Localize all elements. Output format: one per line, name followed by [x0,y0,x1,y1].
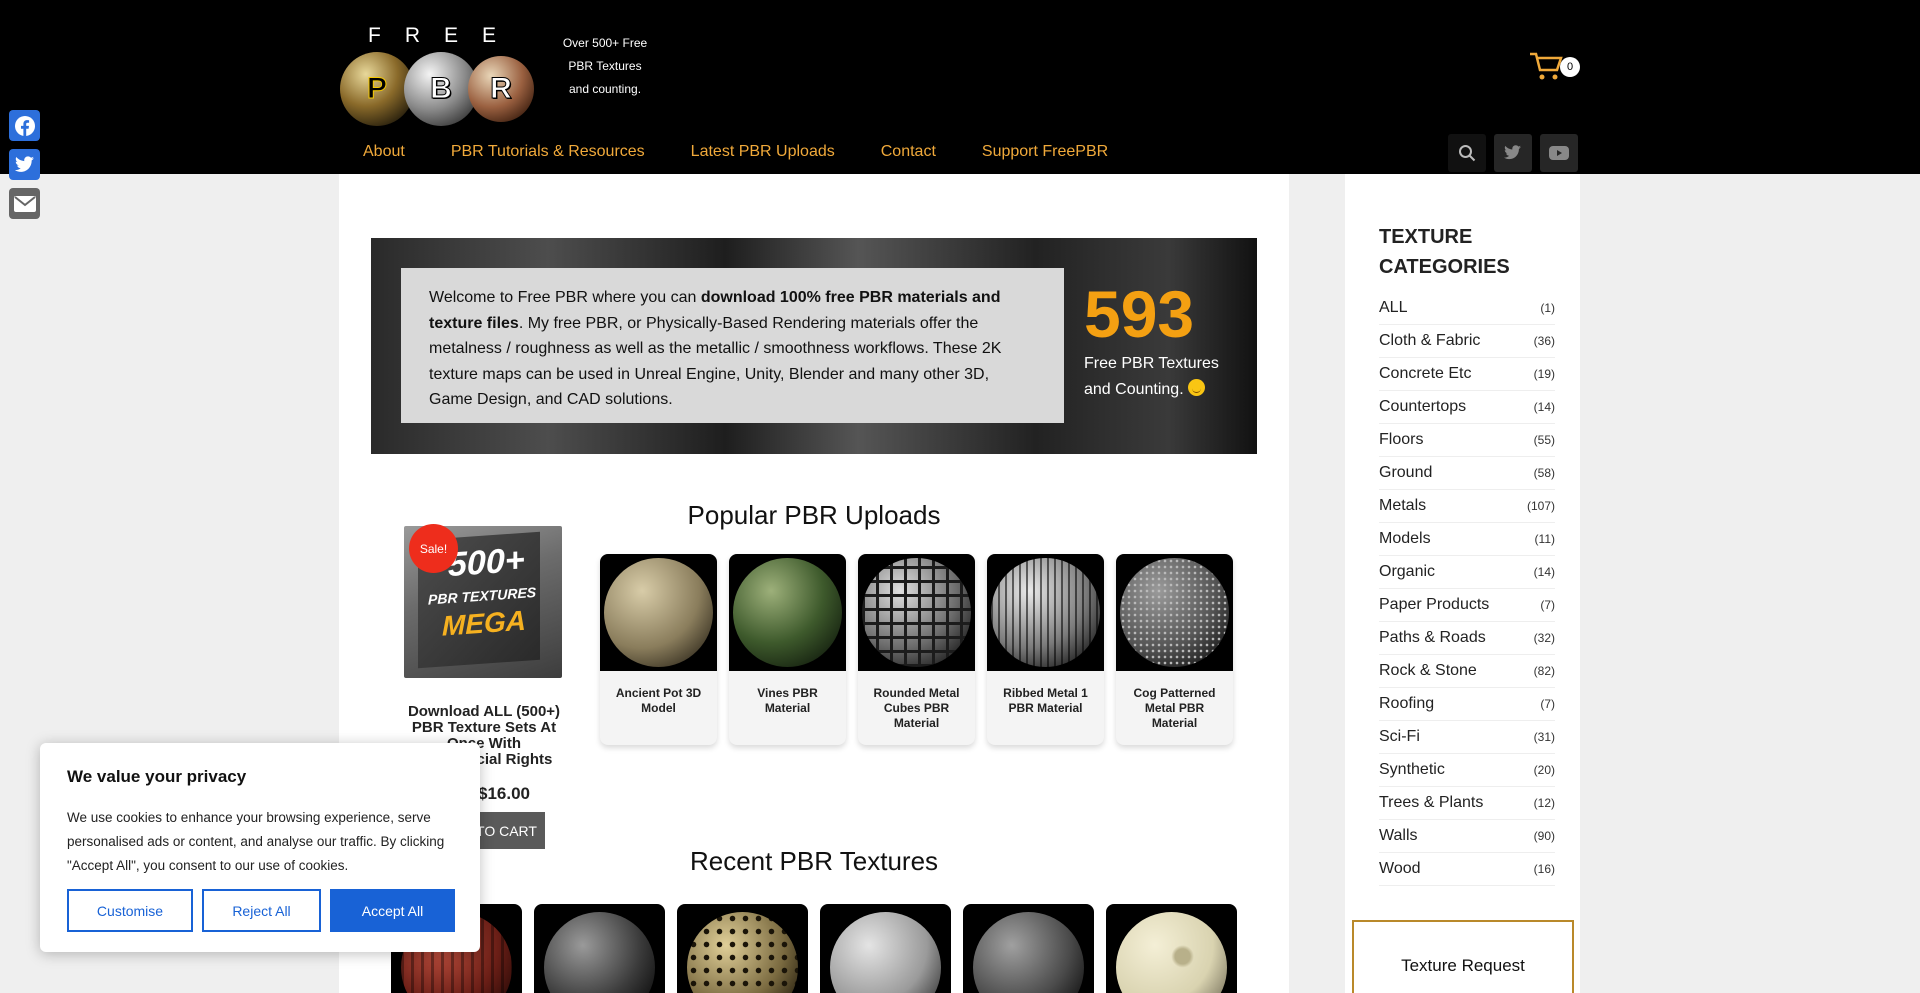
logo-ball-b: B [404,52,478,126]
category-item[interactable]: Ground (58) [1379,457,1555,490]
texture-count: 593 [1084,277,1195,351]
category-item[interactable]: Paper Products (7) [1379,589,1555,622]
main-nav: About PBR Tutorials & Resources Latest P… [340,133,1131,173]
category-item[interactable]: Floors (55) [1379,424,1555,457]
hero-banner: Welcome to Free PBR where you can downlo… [371,238,1257,454]
search-icon[interactable] [1448,134,1486,172]
recent-textures-list [391,904,1237,993]
reject-all-button[interactable]: Reject All [202,889,321,932]
cookie-title: We value your privacy [67,767,247,786]
recent-card[interactable] [677,904,808,993]
texture-categories-sidebar: TEXTURE CATEGORIES ALL (1) Cloth & Fabric… [1345,174,1580,993]
hero-intro-text: Welcome to Free PBR where you can downlo… [401,268,1064,423]
category-item[interactable]: Trees & Plants (12) [1379,787,1555,820]
popular-card[interactable]: Vines PBR Material [729,554,846,745]
thumbnail-image [1116,554,1233,671]
logo-letters: F R E E [368,24,498,47]
texture-count-caption: Free PBR Textures and Counting. [1084,355,1219,398]
sale-badge: Sale! [409,524,458,573]
logo-ball-p: P [340,52,414,126]
nav-latest-uploads[interactable]: Latest PBR Uploads [668,133,858,173]
logo-ball-r: R [468,56,534,122]
nav-support[interactable]: Support FreePBR [959,133,1131,173]
main-content: Welcome to Free PBR where you can downlo… [339,174,1289,993]
nav-tutorials[interactable]: PBR Tutorials & Resources [428,133,668,173]
thumbnail-image [729,554,846,671]
popular-uploads-list: Ancient Pot 3D Model Vines PBR Material … [600,554,1233,745]
twitter-icon[interactable] [1494,134,1532,172]
category-item[interactable]: Roofing (7) [1379,688,1555,721]
popular-card[interactable]: Ancient Pot 3D Model [600,554,717,745]
email-icon[interactable] [9,188,40,219]
category-item[interactable]: ALL (1) [1379,292,1555,325]
site-tagline: Over 500+ Free PBR Textures and counting… [562,36,648,96]
category-item[interactable]: Models (11) [1379,523,1555,556]
nav-about[interactable]: About [340,133,428,173]
popular-card[interactable]: Rounded Metal Cubes PBR Material [858,554,975,745]
accept-all-button[interactable]: Accept All [330,889,455,932]
category-item[interactable]: Concrete Etc (19) [1379,358,1555,391]
popular-card[interactable]: Cog Patterned Metal PBR Material [1116,554,1233,745]
category-item[interactable]: Sci-Fi (31) [1379,721,1555,754]
thumbnail-image [600,554,717,671]
category-list: ALL (1) Cloth & Fabric (36) Concrete Etc (1… [1379,292,1555,886]
thumbnail-image [858,554,975,671]
category-item[interactable]: Cloth & Fabric (36) [1379,325,1555,358]
cookie-consent-dialog: We value your privacy We use cookies to … [40,743,480,952]
smiley-icon [1188,379,1206,396]
site-header: F R E E P B R Over 500+ Free PBR Texture… [0,0,1920,174]
nav-contact[interactable]: Contact [858,133,959,173]
cookie-body: We use cookies to enhance your browsing … [67,810,445,873]
customise-button[interactable]: Customise [67,889,193,932]
category-item[interactable]: Rock & Stone (82) [1379,655,1555,688]
category-item[interactable]: Paths & Roads (32) [1379,622,1555,655]
category-item[interactable]: Synthetic (20) [1379,754,1555,787]
cart-icon[interactable] [1528,48,1564,84]
youtube-icon[interactable] [1540,134,1578,172]
thumbnail-image [987,554,1104,671]
site-logo[interactable]: F R E E P B R [340,22,540,126]
recent-card[interactable] [963,904,1094,993]
social-share-bar [9,110,40,219]
popular-card[interactable]: Ribbed Metal 1 PBR Material [987,554,1104,745]
texture-request-box[interactable]: Texture Request [1352,920,1574,993]
sidebar-title: TEXTURE CATEGORIES [1379,226,1510,278]
category-item[interactable]: Wood (16) [1379,853,1555,886]
category-item[interactable]: Countertops (14) [1379,391,1555,424]
category-item[interactable]: Metals (107) [1379,490,1555,523]
recent-card[interactable] [534,904,665,993]
recent-card[interactable] [1106,904,1237,993]
cart-count-badge: 0 [1560,57,1580,77]
twitter-icon[interactable] [9,149,40,180]
category-item[interactable]: Organic (14) [1379,556,1555,589]
category-item[interactable]: Walls (90) [1379,820,1555,853]
cookie-buttons: Customise Reject All Accept All [67,889,455,932]
nav-icon-group [1448,134,1578,172]
recent-textures-title: Recent PBR Textures [689,846,939,876]
facebook-icon[interactable] [9,110,40,141]
recent-card[interactable] [820,904,951,993]
